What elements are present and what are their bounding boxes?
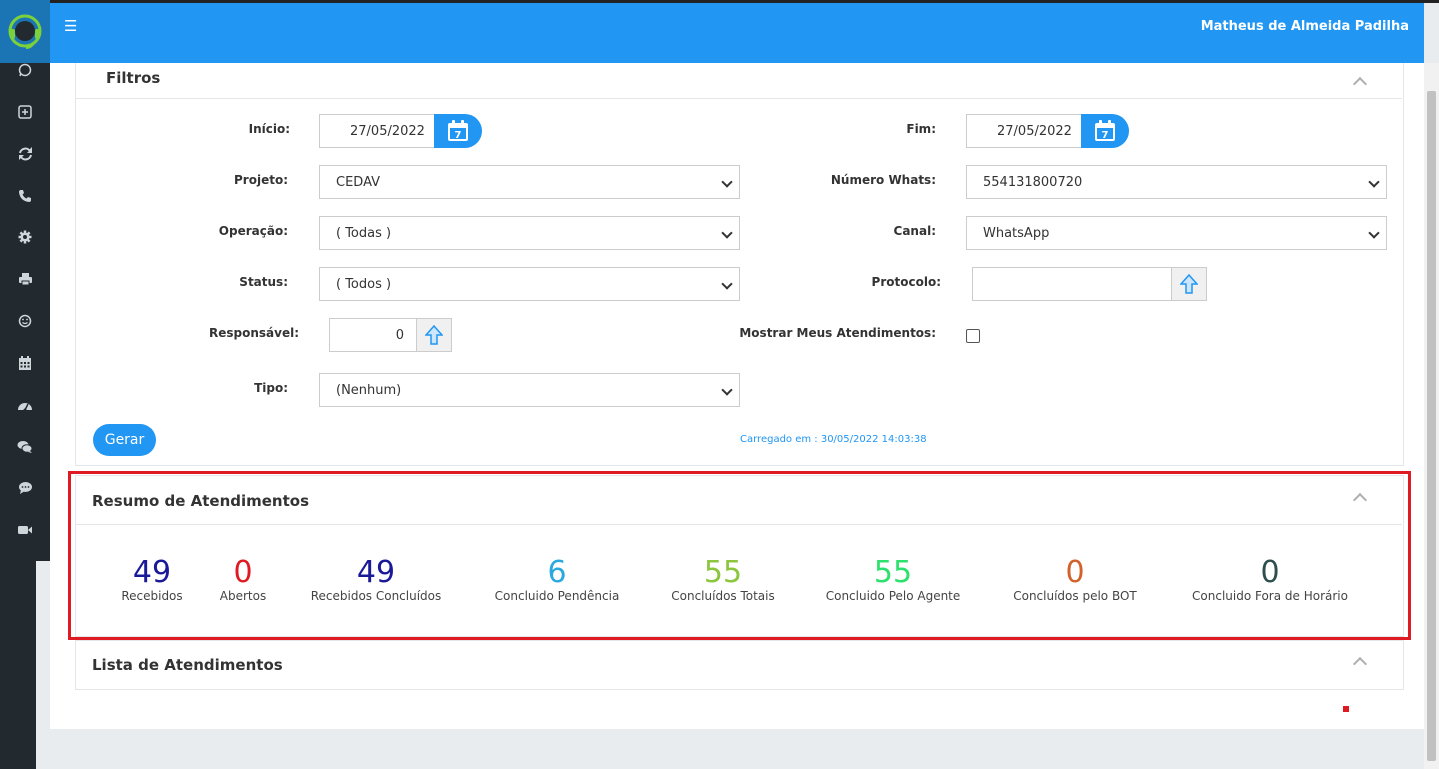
print-icon[interactable] <box>15 269 35 289</box>
summary-highlight-box <box>68 471 1411 640</box>
fim-date-input[interactable]: 27/05/2022 <box>966 114 1086 148</box>
user-name[interactable]: Matheus de Almeida Padilha <box>1201 19 1409 34</box>
operacao-label: Operação: <box>218 224 288 238</box>
inicio-date-input[interactable]: 27/05/2022 <box>319 114 439 148</box>
scrollbar-thumb[interactable] <box>1427 91 1436 761</box>
tipo-label: Tipo: <box>254 381 288 395</box>
fim-calendar-day: 7 <box>1102 130 1109 141</box>
canal-label: Canal: <box>893 224 936 238</box>
projeto-select[interactable]: CEDAV <box>319 165 740 199</box>
calendar-icon: 7 <box>1095 120 1115 141</box>
filters-title: Filtros <box>106 69 161 87</box>
numero-whats-select[interactable]: 554131800720 <box>966 165 1387 199</box>
projeto-value: CEDAV <box>336 174 381 190</box>
phone-icon[interactable] <box>15 186 35 206</box>
dashboard-icon[interactable] <box>15 395 35 415</box>
smile-icon[interactable] <box>15 311 35 331</box>
operacao-select[interactable]: ( Todas ) <box>319 216 740 250</box>
chevron-down-icon <box>721 278 733 290</box>
protocolo-search-button[interactable] <box>1171 267 1207 301</box>
inicio-calendar-button[interactable]: 7 <box>434 114 482 148</box>
protocolo-input[interactable] <box>972 267 1172 301</box>
whatsapp-icon[interactable] <box>15 60 35 80</box>
sidebar-tail <box>0 561 36 769</box>
projeto-label: Projeto: <box>234 173 288 187</box>
tipo-value: (Nenhum) <box>336 382 402 398</box>
filters-divider <box>76 98 1402 99</box>
responsavel-search-button[interactable] <box>416 318 452 352</box>
tipo-select[interactable]: (Nenhum) <box>319 373 740 407</box>
mostrar-meus-checkbox[interactable] <box>966 329 980 343</box>
status-label: Status: <box>239 275 288 289</box>
inicio-calendar-day: 7 <box>455 130 462 141</box>
chevron-down-icon <box>721 384 733 396</box>
numero-whats-label: Número Whats: <box>830 173 936 187</box>
responsavel-value: 0 <box>395 327 404 343</box>
page-scrollbar[interactable] <box>1424 63 1439 769</box>
hamburger-menu-icon[interactable]: ☰ <box>64 17 77 35</box>
comments-icon[interactable] <box>15 437 35 457</box>
status-value: ( Todos ) <box>336 276 392 292</box>
mostrar-meus-label: Mostrar Meus Atendimentos: <box>739 326 936 340</box>
sidebar <box>0 0 50 561</box>
list-title: Lista de Atendimentos <box>92 656 283 674</box>
calendar-icon: 7 <box>448 120 468 141</box>
responsavel-label: Responsável: <box>208 326 299 340</box>
gear-icon[interactable] <box>15 227 35 247</box>
fim-date-value: 27/05/2022 <box>997 123 1072 139</box>
arrow-up-icon <box>425 325 443 345</box>
comment-icon[interactable] <box>15 478 35 498</box>
status-select[interactable]: ( Todos ) <box>319 267 740 301</box>
app-logo[interactable] <box>0 0 50 63</box>
canal-value: WhatsApp <box>983 225 1050 241</box>
arrow-up-icon <box>1180 274 1198 294</box>
calendar-icon[interactable] <box>15 353 35 373</box>
top-bar: ☰ Matheus de Almeida Padilha <box>50 3 1424 63</box>
inicio-label: Início: <box>248 122 290 136</box>
gerar-button[interactable]: Gerar <box>93 424 156 456</box>
fim-calendar-button[interactable]: 7 <box>1081 114 1129 148</box>
operacao-value: ( Todas ) <box>336 225 392 241</box>
responsavel-input[interactable]: 0 <box>329 318 417 352</box>
loaded-timestamp: Carregado em : 30/05/2022 14:03:38 <box>740 434 927 445</box>
plus-square-icon[interactable] <box>15 102 35 122</box>
chevron-down-icon <box>721 227 733 239</box>
fim-label: Fim: <box>906 122 936 136</box>
numero-whats-value: 554131800720 <box>983 174 1083 190</box>
chevron-down-icon <box>1368 227 1380 239</box>
chevron-down-icon <box>1368 176 1380 188</box>
sync-icon[interactable] <box>15 144 35 164</box>
canal-select[interactable]: WhatsApp <box>966 216 1387 250</box>
chevron-down-icon <box>721 176 733 188</box>
status-dot <box>1343 706 1349 712</box>
video-icon[interactable] <box>15 520 35 540</box>
protocolo-label: Protocolo: <box>871 275 941 289</box>
inicio-date-value: 27/05/2022 <box>350 123 425 139</box>
